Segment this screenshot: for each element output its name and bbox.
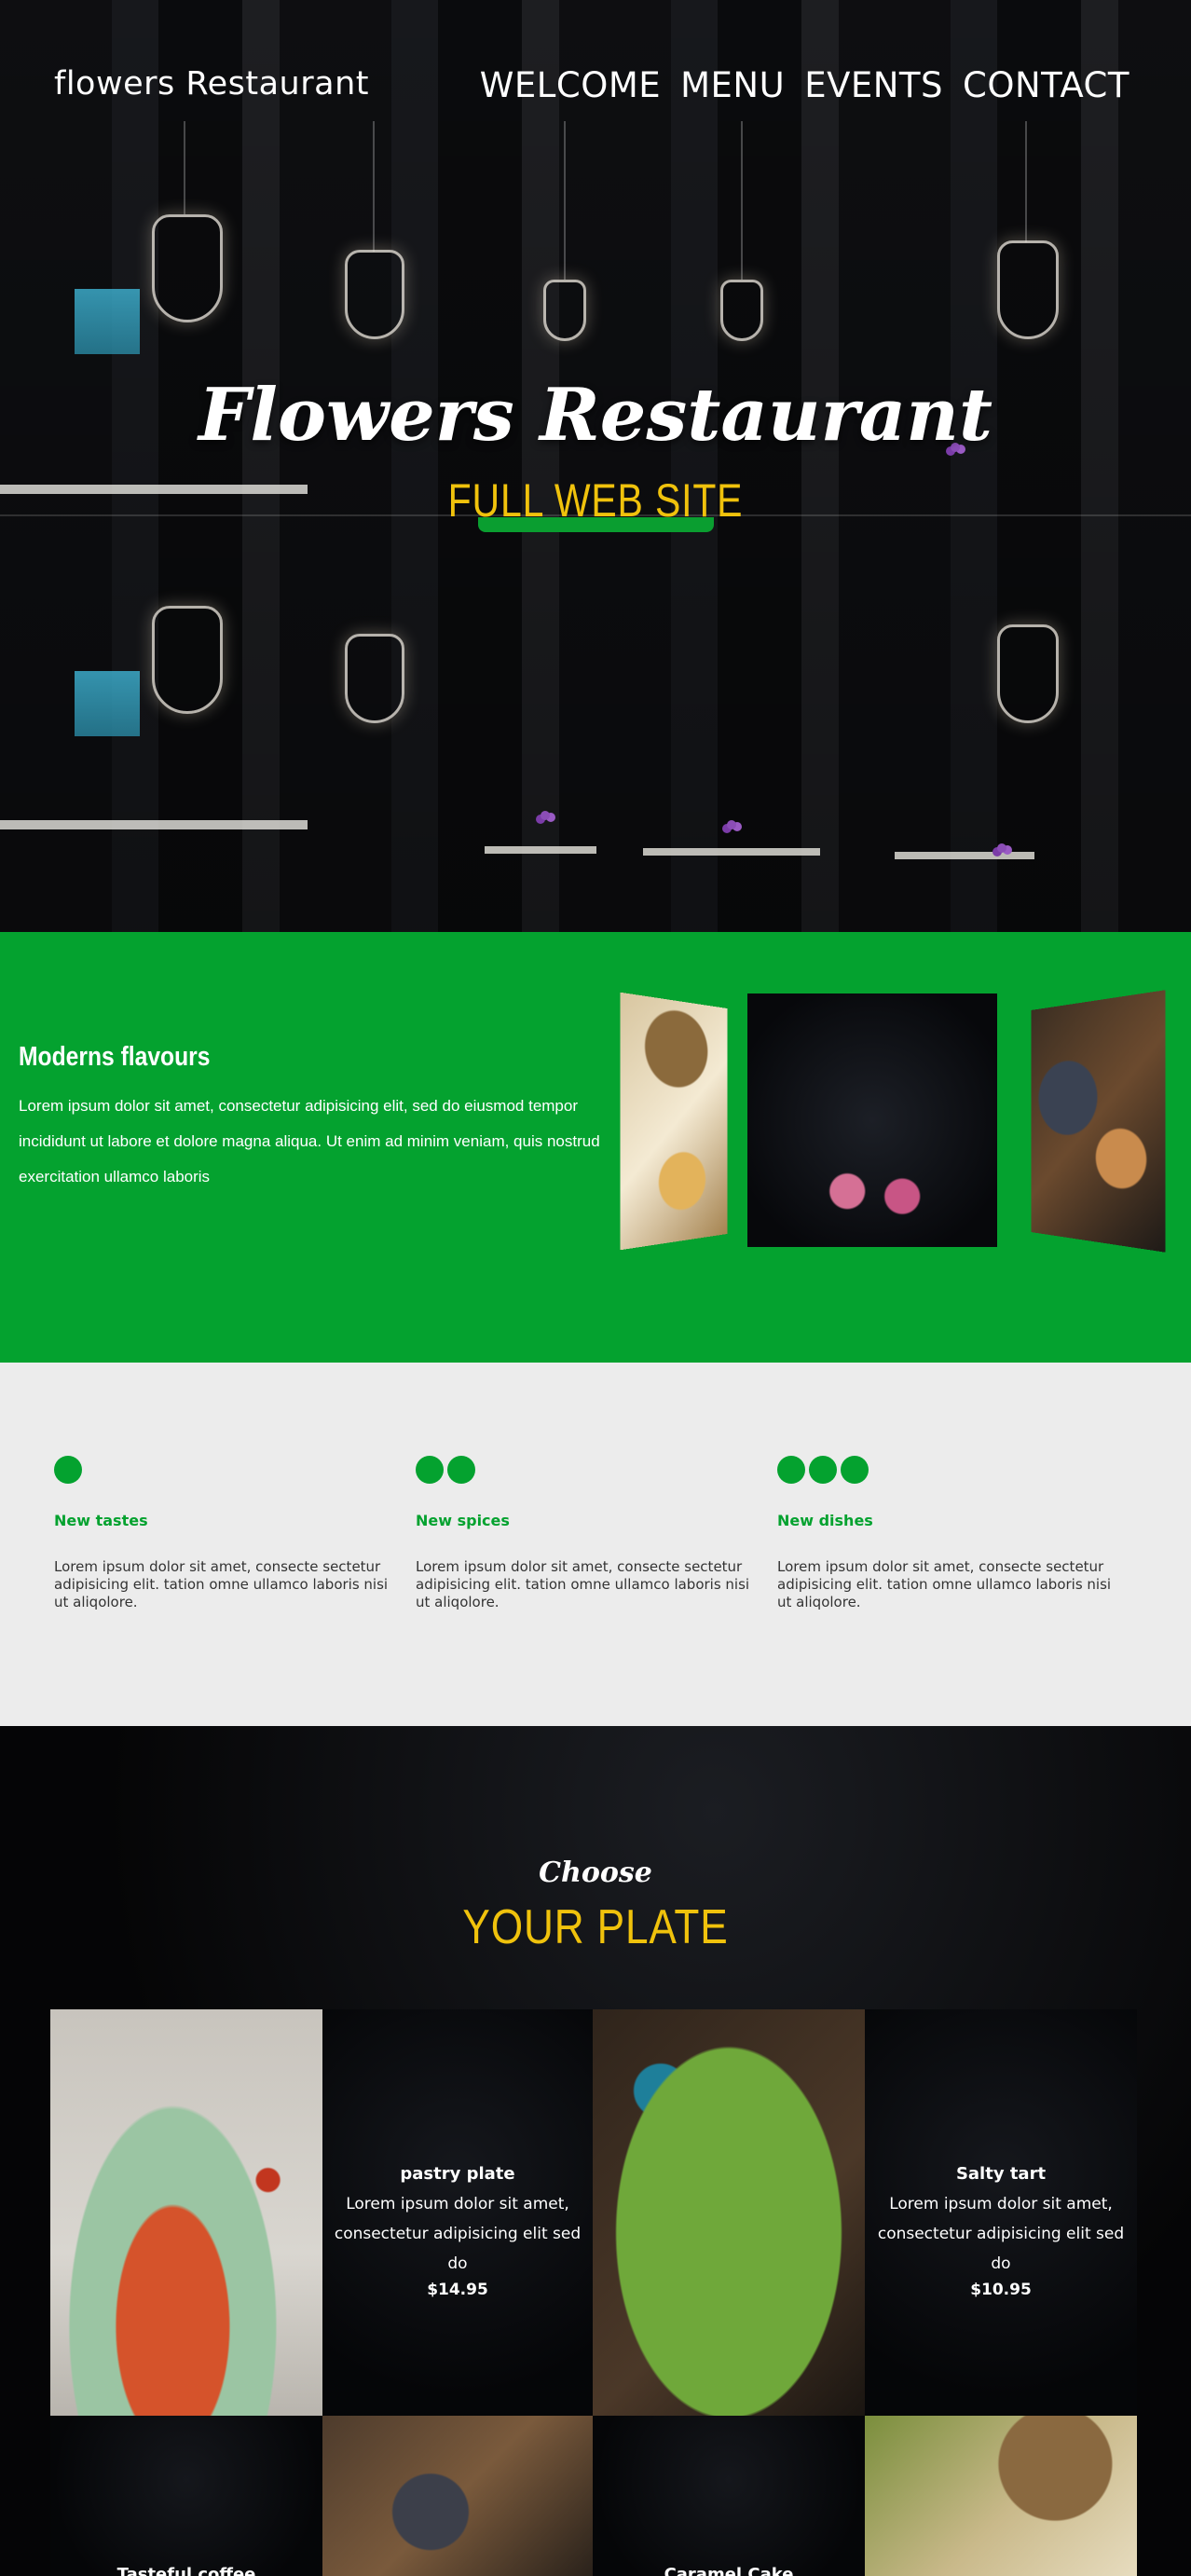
table-flower [541, 811, 550, 820]
menu-item-card[interactable]: Salty tart Lorem ipsum dolor sit amet, c… [865, 2009, 1137, 2416]
lamp-cord [1025, 121, 1027, 242]
menu-item-name: pastry plate [400, 2164, 515, 2184]
pendant-lamp [720, 280, 763, 341]
flavours-section: Moderns flavours Lorem ipsum dolor sit a… [0, 932, 1191, 1363]
lamp-cord [184, 121, 185, 214]
carousel-image-coffee[interactable] [1031, 990, 1166, 1253]
pendant-lamp [997, 624, 1059, 723]
flavours-title: Moderns flavours [19, 1042, 211, 1072]
feature-title: New tastes [54, 1512, 148, 1529]
hero-title: Flowers Restaurant [198, 373, 992, 458]
pendant-lamp [152, 214, 223, 322]
feature-card: New dishes Lorem ipsum dolor sit amet, c… [777, 1456, 1122, 1611]
dot-icon [447, 1456, 475, 1484]
dining-table [895, 852, 1034, 859]
menu-item-price: $14.95 [427, 2281, 488, 2299]
menu-item-card[interactable]: pastry plate Lorem ipsum dolor sit amet,… [322, 2009, 593, 2416]
feature-dots [777, 1456, 1122, 1486]
carousel-image-pastry[interactable] [620, 992, 728, 1251]
dot-icon [809, 1456, 837, 1484]
feature-card: New spices Lorem ipsum dolor sit amet, c… [416, 1456, 760, 1611]
dot-icon [777, 1456, 805, 1484]
lamp-cord [564, 121, 566, 280]
menu-item-description: Lorem ipsum dolor sit amet, consectetur … [334, 2195, 582, 2273]
nav-menu[interactable]: MENU [680, 65, 785, 105]
table-flower [727, 820, 736, 829]
dish-image-pasta[interactable] [50, 2009, 322, 2416]
menu-item-card[interactable]: Tasteful coffee [50, 2416, 322, 2576]
dot-icon [841, 1456, 869, 1484]
hero-section: flowers Restaurant WELCOME MENU EVENTS C… [0, 0, 1191, 932]
background-window [75, 671, 140, 736]
nav-contact[interactable]: CONTACT [963, 65, 1129, 105]
flavours-text: Lorem ipsum dolor sit amet, consectetur … [19, 1097, 600, 1185]
menu-item-name: Tasteful coffee [116, 2565, 256, 2576]
pendant-lamp [543, 280, 586, 341]
features-section: New tastes Lorem ipsum dolor sit amet, c… [0, 1363, 1191, 1726]
carousel-image-dessert[interactable] [747, 993, 997, 1247]
dish-image-coffee[interactable] [322, 2416, 593, 2576]
menu-item-name: Salty tart [955, 2164, 1047, 2184]
menu-item-name: Caramel Cake [664, 2565, 794, 2576]
main-nav: WELCOME MENU EVENTS CONTACT [480, 65, 1129, 105]
lamp-cord [741, 121, 743, 280]
background-counter [0, 820, 308, 829]
table-flower [997, 843, 1006, 853]
site-logo[interactable]: flowers Restaurant [54, 65, 369, 103]
dish-image-dessert[interactable] [865, 2416, 1137, 2576]
plate-kicker: Choose [539, 1857, 652, 1889]
hero-accent-bar [478, 517, 714, 532]
feature-title: New dishes [777, 1512, 873, 1529]
feature-text: Lorem ipsum dolor sit amet, consecte sec… [416, 1558, 750, 1610]
plate-section: Choose YOUR PLATE pastry plate Lorem ips… [0, 1726, 1191, 2576]
feature-text: Lorem ipsum dolor sit amet, consecte sec… [777, 1558, 1112, 1610]
menu-item-card[interactable]: Caramel Cake [593, 2416, 865, 2576]
menu-item-price: $10.95 [970, 2281, 1032, 2299]
dish-image-salad[interactable] [593, 2009, 865, 2416]
image-carousel[interactable] [610, 990, 1174, 1253]
feature-text: Lorem ipsum dolor sit amet, consecte sec… [54, 1558, 389, 1610]
pendant-lamp [345, 634, 404, 723]
lamp-cord [373, 121, 375, 252]
pendant-lamp [997, 240, 1059, 339]
pendant-lamp [345, 250, 404, 339]
feature-title: New spices [416, 1512, 510, 1529]
dining-table [485, 846, 596, 854]
feature-card: New tastes Lorem ipsum dolor sit amet, c… [54, 1456, 399, 1611]
nav-welcome[interactable]: WELCOME [480, 65, 661, 105]
pendant-lamp [152, 606, 223, 714]
menu-item-description: Lorem ipsum dolor sit amet, consectetur … [877, 2195, 1125, 2273]
plate-heading: YOUR PLATE [462, 1900, 729, 1954]
dot-icon [54, 1456, 82, 1484]
feature-dots [416, 1456, 760, 1486]
nav-events[interactable]: EVENTS [804, 65, 943, 105]
dot-icon [416, 1456, 444, 1484]
feature-dots [54, 1456, 399, 1486]
dining-table [643, 848, 820, 856]
background-window [75, 289, 140, 354]
